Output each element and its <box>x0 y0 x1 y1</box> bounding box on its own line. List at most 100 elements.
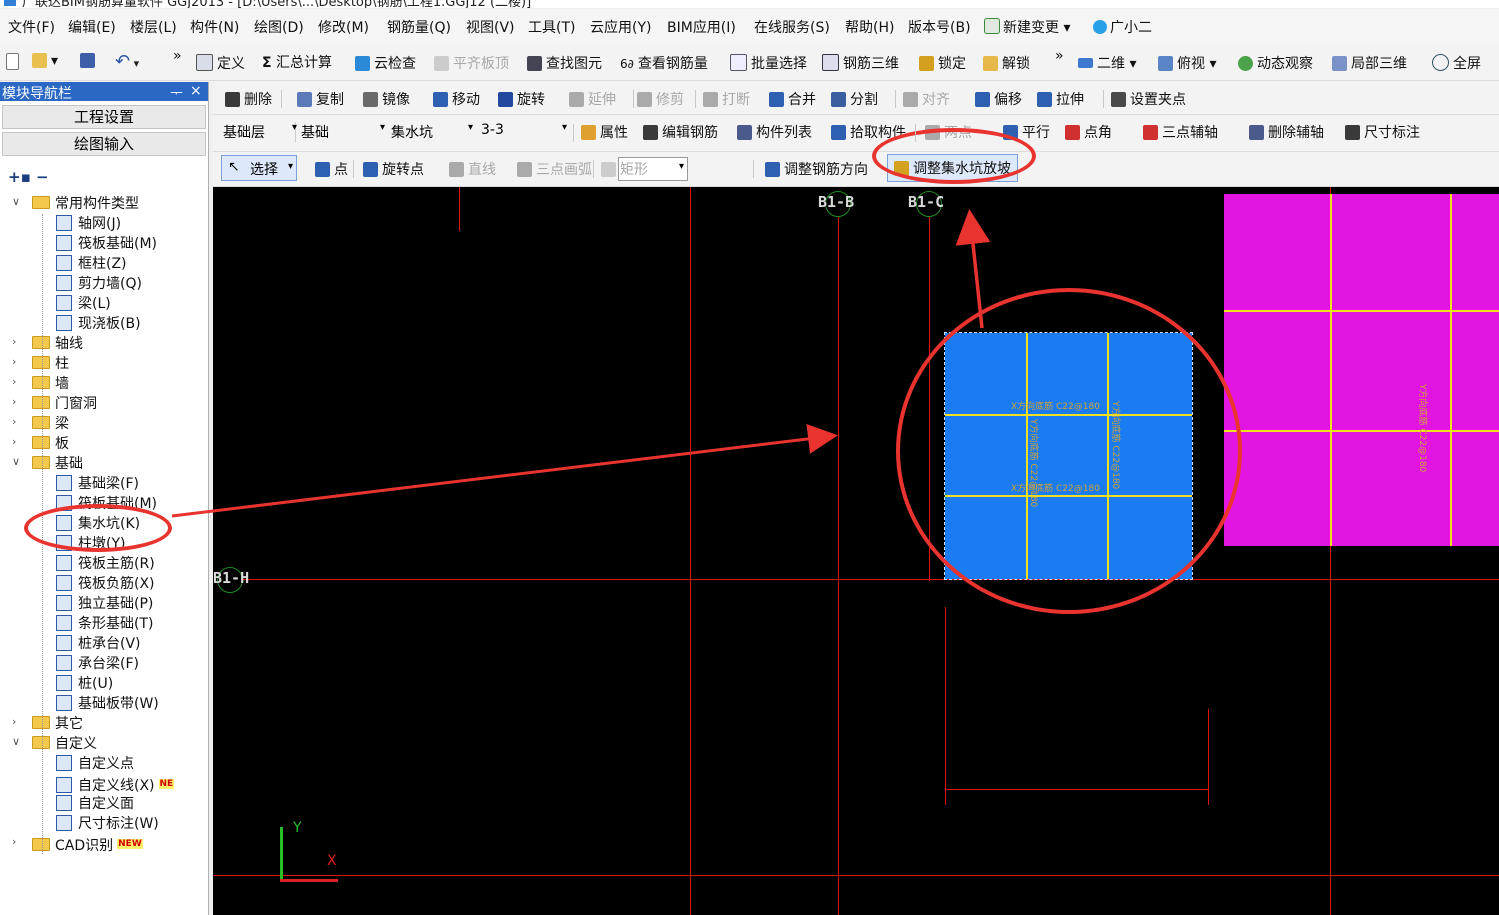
tree-item-component[interactable]: 轴网(J) <box>56 214 121 234</box>
tree-folder[interactable]: 其它 <box>32 714 83 734</box>
rebar-3d-button[interactable]: 钢筋三维 <box>822 53 899 73</box>
tb2-button-9[interactable]: 分割 <box>831 89 878 109</box>
menu-floor[interactable]: 楼层(L) <box>130 17 177 37</box>
chevron-right-icon[interactable]: › <box>12 355 16 368</box>
tb2-button-0[interactable]: 删除 <box>225 89 272 109</box>
tb2-button-3[interactable]: 移动 <box>433 89 480 109</box>
tree-item-component[interactable]: 尺寸标注(W) <box>56 814 159 834</box>
top-view-dropdown[interactable]: 俯视 ▾ <box>1158 53 1216 73</box>
menu-edit[interactable]: 编辑(E) <box>68 17 116 37</box>
menu-help[interactable]: 帮助(H) <box>845 17 894 37</box>
view-rebar-qty-button[interactable]: 6∂ 查看钢筋量 <box>620 53 708 73</box>
lock-button[interactable]: 锁定 <box>919 53 966 73</box>
tb3-button-2[interactable]: 构件列表 <box>737 122 812 142</box>
tree-folder[interactable]: 基础 <box>32 454 83 474</box>
menu-component[interactable]: 构件(N) <box>190 17 239 37</box>
tb3-button-9[interactable]: 尺寸标注 <box>1345 122 1420 142</box>
project-settings-button[interactable]: 工程设置 <box>2 105 206 129</box>
tree-item-component[interactable]: 筏板负筋(X) <box>56 574 155 594</box>
tb2-button-11[interactable]: 偏移 <box>975 89 1022 109</box>
category-select[interactable]: 基础 ▾ <box>301 122 387 142</box>
chevron-right-icon[interactable]: › <box>12 435 16 448</box>
tree-item-component[interactable]: 条形基础(T) <box>56 614 153 634</box>
undo-icon[interactable]: ↶ ▾ <box>115 51 139 72</box>
tb4-button-0[interactable]: 点 <box>315 159 348 179</box>
tb3-button-1[interactable]: 编辑钢筋 <box>643 122 718 142</box>
tree-folder[interactable]: 柱 <box>32 354 69 374</box>
tb2-button-5[interactable]: 延伸 <box>569 89 616 109</box>
tree-folder[interactable]: 梁 <box>32 414 69 434</box>
tree-item-component[interactable]: 独立基础(P) <box>56 594 153 614</box>
menu-tools[interactable]: 工具(T) <box>528 17 575 37</box>
flush-slab-top-button[interactable]: 平齐板顶 <box>434 53 509 73</box>
tree-item-component[interactable]: 基础梁(F) <box>56 474 139 494</box>
menu-guangxiaoer[interactable]: 广小二 <box>1093 17 1152 37</box>
menu-cloud[interactable]: 云应用(Y) <box>590 17 651 37</box>
find-element-button[interactable]: 查找图元 <box>527 53 602 73</box>
tree-item-component[interactable]: 桩(U) <box>56 674 113 694</box>
tree-folder[interactable]: 墙 <box>32 374 69 394</box>
define-button[interactable]: 定义 <box>196 53 245 73</box>
menu-modify[interactable]: 修改(M) <box>318 17 369 37</box>
close-icon[interactable]: × <box>190 83 202 99</box>
tree-folder[interactable]: CAD识别 NEW <box>32 834 143 854</box>
tb3-button-6[interactable]: 点角 <box>1065 122 1112 142</box>
menu-new-change[interactable]: 新建变更 ▾ <box>984 17 1070 37</box>
menu-online[interactable]: 在线服务(S) <box>754 17 830 37</box>
menu-view[interactable]: 视图(V) <box>466 17 515 37</box>
tree-item-component[interactable]: 自定义线(X) NE <box>56 774 175 794</box>
drawing-canvas[interactable]: B1-B B1-C B1-H Y方向底筋 C22@180 X方向底筋 C22@1… <box>213 187 1499 915</box>
tree-item-component[interactable]: 筏板基础(M) <box>56 234 157 254</box>
adjust-rebar-direction-button[interactable]: 调整钢筋方向 <box>765 159 868 179</box>
tree-item-component[interactable]: 现浇板(B) <box>56 314 141 334</box>
select-tool-button[interactable]: ↖ 选择 ▾ <box>221 155 297 181</box>
tb2-button-12[interactable]: 拉伸 <box>1037 89 1084 109</box>
tree-item-component[interactable]: 筏板主筋(R) <box>56 554 155 574</box>
tb3-button-7[interactable]: 三点辅轴 <box>1143 122 1218 142</box>
tb3-button-8[interactable]: 删除辅轴 <box>1249 122 1324 142</box>
menu-rebar-qty[interactable]: 钢筋量(Q) <box>387 17 451 37</box>
tb4-button-1[interactable]: 旋转点 <box>363 159 424 179</box>
chevron-down-icon[interactable]: ∨ <box>12 195 20 208</box>
chevron-right-icon[interactable]: › <box>12 395 16 408</box>
menu-bim[interactable]: BIM应用(I) <box>667 17 736 37</box>
tree-item-component[interactable]: 自定义点 <box>56 754 134 774</box>
cloud-check-button[interactable]: 云检查 <box>355 53 416 73</box>
toolbar-overflow-1[interactable]: » <box>173 48 182 64</box>
tb3-button-0[interactable]: 属性 <box>581 122 628 142</box>
open-file-icon[interactable]: ▾ <box>32 53 58 69</box>
tb2-button-1[interactable]: 复制 <box>297 89 344 109</box>
expand-all-icon[interactable]: +▪ − <box>8 168 49 186</box>
tree-item-component[interactable]: 桩承台(V) <box>56 634 141 654</box>
tb2-button-13[interactable]: 设置夹点 <box>1111 89 1186 109</box>
chevron-down-icon[interactable]: ∨ <box>12 455 20 468</box>
tb4-button-2[interactable]: 直线 <box>449 159 496 179</box>
tree-item-component[interactable]: 剪力墙(Q) <box>56 274 142 294</box>
component-name-select[interactable]: 3-3 ▾ <box>481 122 569 142</box>
batch-select-button[interactable]: 批量选择 <box>730 53 807 73</box>
tree-item-component[interactable]: 承台梁(F) <box>56 654 139 674</box>
tb2-button-4[interactable]: 旋转 <box>498 89 545 109</box>
chevron-right-icon[interactable]: › <box>12 835 16 848</box>
local-3d-button[interactable]: 局部三维 <box>1332 53 1407 73</box>
tb2-button-2[interactable]: 镜像 <box>363 89 410 109</box>
menu-file[interactable]: 文件(F) <box>8 17 55 37</box>
tb2-button-8[interactable]: 合并 <box>769 89 816 109</box>
tree-item-component[interactable]: 框柱(Z) <box>56 254 127 274</box>
raft-slab[interactable]: Y方向底筋 C22@180 <box>1224 194 1499 546</box>
unlock-button[interactable]: 解锁 <box>983 53 1030 73</box>
tree-item-component[interactable]: 梁(L) <box>56 294 111 314</box>
chevron-right-icon[interactable]: › <box>12 715 16 728</box>
dynamic-view-button[interactable]: 动态观察 <box>1238 53 1313 73</box>
summary-calc-button[interactable]: Σ 汇总计算 <box>262 52 332 72</box>
view-2d-dropdown[interactable]: 二维 ▾ <box>1078 53 1136 73</box>
menu-draw[interactable]: 绘图(D) <box>254 17 304 37</box>
chevron-right-icon[interactable]: › <box>12 375 16 388</box>
drawing-input-button[interactable]: 绘图输入 <box>2 132 206 156</box>
tree-folder[interactable]: 板 <box>32 434 69 454</box>
chevron-right-icon[interactable]: › <box>12 335 16 348</box>
type-select[interactable]: 集水坑 ▾ <box>391 122 475 142</box>
tb2-button-6[interactable]: 修剪 <box>637 89 684 109</box>
chevron-down-icon[interactable]: ∨ <box>12 735 20 748</box>
tb4-button-3[interactable]: 三点画弧 <box>517 159 592 179</box>
